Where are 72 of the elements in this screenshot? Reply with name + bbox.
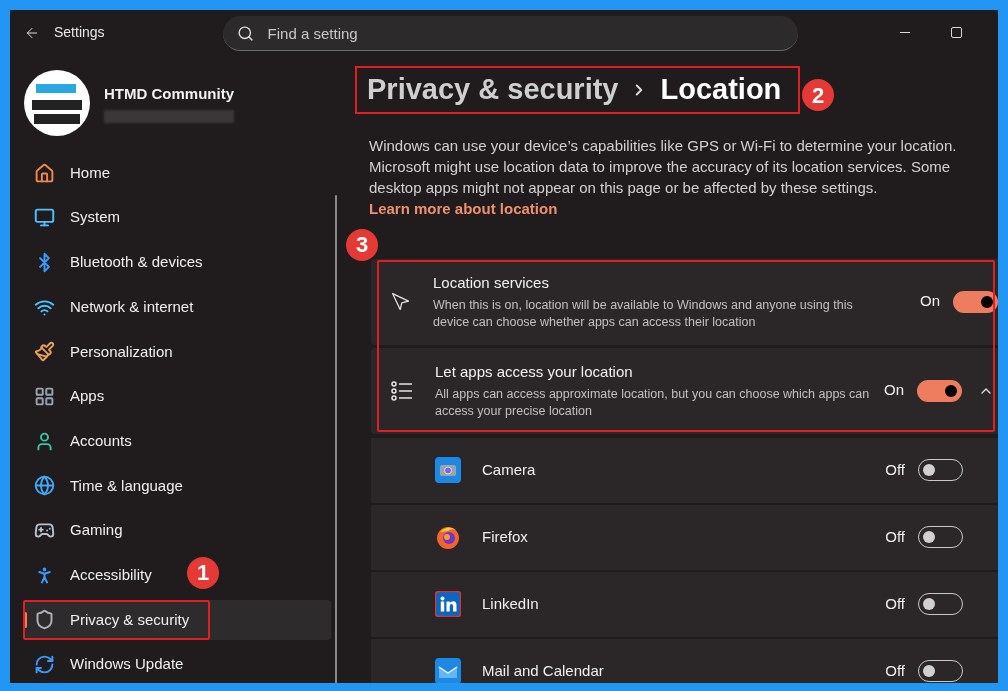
sidebar-label: System	[70, 207, 120, 228]
sidebar-item[interactable]: Home	[24, 153, 118, 193]
toggle-state: Off	[885, 593, 905, 614]
setting-title: Let apps access your location	[434, 362, 634, 383]
house-icon	[34, 162, 55, 184]
toggle-state: On	[920, 291, 940, 312]
sidebar-label: Privacy & security	[70, 609, 190, 630]
setting-description: All apps can access approximate location, but you can choose which apps can access your precise location	[434, 385, 871, 420]
sidebar-item[interactable]: Bluetooth & devices	[24, 242, 211, 283]
breadcrumb-parent[interactable]: Privacy & security	[367, 68, 619, 112]
sidebar-item[interactable]: Time & language	[24, 465, 191, 506]
sidebar-item[interactable]: Accessibility	[24, 555, 160, 596]
toggle-switch[interactable]	[953, 290, 998, 313]
sidebar-label: Accessibility	[70, 564, 152, 585]
grid-icon	[34, 385, 55, 407]
sidebar-item[interactable]: Apps	[24, 376, 113, 417]
setting-description: When this is on, location will be available to Windows and anyone using this device can choose whether apps can access their location	[433, 296, 854, 331]
toggle-state: Off	[885, 459, 905, 480]
sidebar-item[interactable]: Network & internet	[24, 287, 202, 328]
profile-name: HTMD Community	[104, 84, 234, 105]
avatar	[24, 70, 90, 136]
sidebar-label: Gaming	[70, 520, 123, 541]
toggle-state: Off	[885, 526, 905, 547]
sidebar-item[interactable]: Privacy & security	[24, 599, 331, 640]
fox-logo-icon	[435, 524, 461, 550]
sidebar-item[interactable]: Accounts	[24, 421, 140, 462]
learn-more-link[interactable]: Learn more about location	[369, 199, 558, 217]
paintbrush-icon	[34, 341, 55, 363]
toggle-state: On	[884, 380, 904, 401]
callout-number: 3	[346, 228, 378, 261]
setting-title: Location services	[433, 273, 550, 294]
sidebar-label: Accounts	[70, 430, 132, 451]
callout-number: 1	[187, 556, 219, 589]
sidebar-label: Bluetooth & devices	[70, 252, 203, 273]
sidebar-label: Personalization	[70, 341, 173, 362]
sidebar-label: Home	[70, 162, 110, 183]
sidebar-item[interactable]: Personalization	[24, 331, 181, 372]
setting-card[interactable]: Let apps access your location All apps can access approximate location, but you can choose which apps can access your precise location On	[371, 347, 998, 434]
setting-card[interactable]: Location services When this is on, location will be available to Windows and anyone using this device can choose whether apps can access their location On	[371, 258, 998, 345]
sidebar-label: Apps	[70, 386, 105, 407]
sidebar-label: Network & internet	[70, 296, 194, 317]
sidebar-label: Windows Update	[70, 654, 184, 675]
linkedin-logo-icon	[435, 591, 461, 617]
camera-icon	[435, 457, 461, 483]
callout-number: 2	[802, 79, 834, 111]
minimize-icon[interactable]	[899, 32, 910, 33]
window-title: Settings	[54, 23, 105, 42]
search-icon	[236, 25, 254, 42]
description: Windows can use your device’s capabilities like GPS or Wi-Fi to determine your location. Microsoft might use location data to improve the accuracy of its location services. Some desktop apps might not appear on this page or be affected by these settings. Learn more about location	[369, 135, 958, 219]
shield-icon	[34, 609, 55, 631]
monitor-icon	[34, 207, 55, 229]
refresh-icon	[34, 654, 55, 676]
envelope-icon	[435, 658, 461, 683]
sidebar-label: Time & language	[70, 475, 183, 496]
app-name: LinkedIn	[482, 593, 539, 614]
gamepad-icon	[34, 520, 55, 541]
list-icon	[391, 380, 413, 401]
app-name: Mail and Calendar	[482, 660, 604, 681]
search-field[interactable]: Find a setting	[222, 16, 798, 51]
page-title: Location	[660, 72, 782, 107]
app-name: Camera	[482, 459, 536, 480]
scrollbar[interactable]	[335, 195, 337, 683]
person-icon	[34, 430, 55, 452]
sidebar-item[interactable]: Windows Update	[24, 644, 192, 683]
sidebar-item[interactable]: System	[24, 197, 128, 238]
toggle-state: Off	[885, 660, 905, 681]
location-arrow-icon	[391, 291, 411, 312]
globe-icon	[34, 475, 55, 497]
maximize-icon[interactable]	[950, 27, 962, 38]
sidebar-item[interactable]: Gaming	[24, 510, 131, 551]
toggle-switch[interactable]	[917, 379, 962, 402]
app-name: Firefox	[482, 526, 528, 547]
